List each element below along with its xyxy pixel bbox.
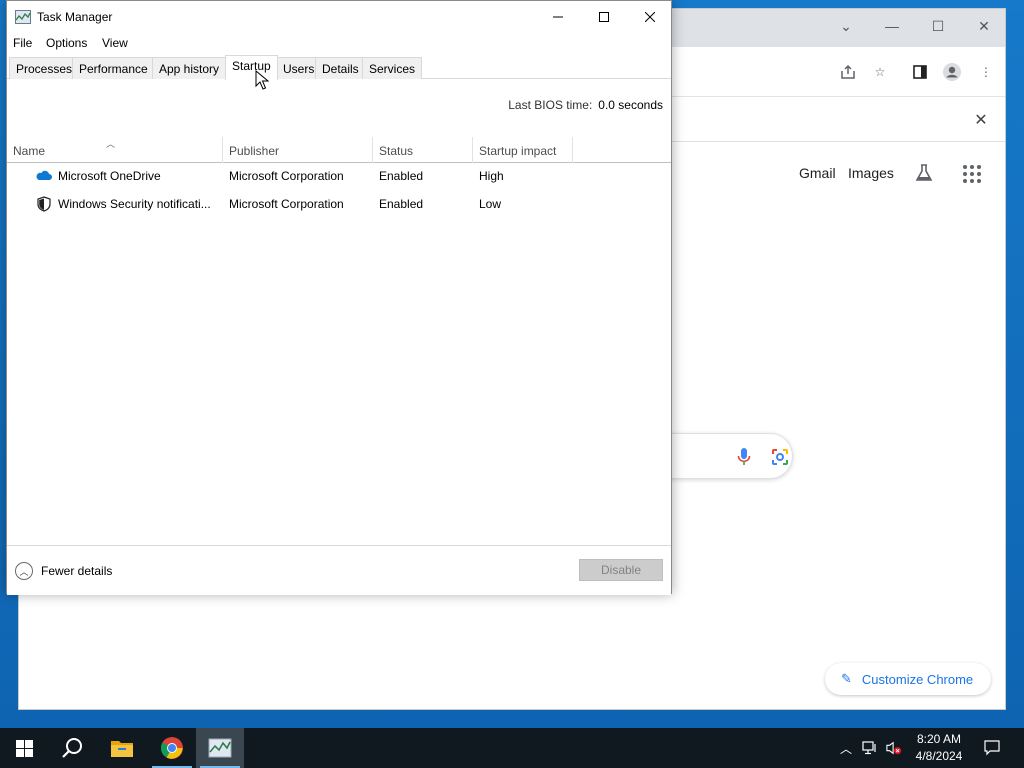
customize-chrome-button[interactable]: ✎ Customize Chrome	[825, 663, 991, 695]
chrome-icon	[161, 737, 183, 759]
bookmark-star-icon[interactable]: ☆	[869, 61, 891, 83]
infobar-close-icon[interactable]: ✕	[971, 110, 991, 130]
row-name: Windows Security notificati...	[58, 197, 211, 211]
bios-value: 0.0 seconds	[598, 98, 663, 112]
clock-date: 4/8/2024	[915, 749, 963, 763]
search-icon	[62, 738, 82, 758]
show-hidden-icons-chevron-icon[interactable]: ︿	[838, 740, 854, 756]
customize-chrome-label: Customize Chrome	[861, 671, 974, 687]
google-search-box[interactable]	[659, 433, 793, 479]
chrome-menu-icon[interactable]: ⋮	[975, 61, 997, 83]
clock-time: 8:20 AM	[916, 732, 962, 746]
bios-label: Last BIOS time:	[508, 98, 593, 112]
disable-button[interactable]: Disable	[579, 559, 663, 581]
images-link[interactable]: Images	[848, 165, 894, 181]
last-bios-time: Last BIOS time: 0.0 seconds	[508, 98, 663, 112]
chrome-taskbar-button[interactable]	[148, 728, 196, 768]
task-manager-icon	[208, 738, 232, 758]
minimize-button[interactable]	[535, 1, 581, 33]
menu-view[interactable]: View	[102, 36, 128, 50]
task-manager-titlebar[interactable]: Task Manager	[7, 1, 671, 33]
close-button[interactable]	[627, 1, 673, 33]
gmail-link[interactable]: Gmail	[799, 165, 836, 181]
task-manager-window: Task Manager File Options View Processes…	[6, 0, 672, 595]
row-publisher: Microsoft Corporation	[229, 197, 344, 211]
tab-strip: Processes Performance App history Startu…	[7, 55, 671, 80]
side-panel-icon[interactable]	[909, 61, 931, 83]
tab-details[interactable]: Details	[315, 57, 366, 79]
tab-app-history[interactable]: App history	[152, 57, 227, 79]
menu-bar: File Options View	[7, 33, 671, 53]
profile-avatar-icon[interactable]	[941, 61, 963, 83]
chrome-maximize-button[interactable]: ☐	[915, 9, 961, 43]
google-apps-icon[interactable]	[963, 165, 981, 183]
chrome-tab-search-icon[interactable]: ⌄	[823, 9, 869, 43]
maximize-button[interactable]	[581, 1, 627, 33]
row-publisher: Microsoft Corporation	[229, 169, 344, 183]
row-status: Enabled	[379, 169, 424, 183]
tab-performance[interactable]: Performance	[72, 57, 155, 79]
row-impact: High	[479, 169, 504, 183]
tab-processes[interactable]: Processes	[9, 57, 80, 79]
network-icon[interactable]	[862, 740, 878, 756]
shield-icon	[37, 196, 51, 212]
column-publisher[interactable]: Publisher	[223, 137, 373, 163]
share-icon[interactable]	[837, 61, 859, 83]
fewer-details-button[interactable]: ︿ Fewer details	[15, 562, 112, 580]
tab-services[interactable]: Services	[362, 57, 423, 79]
action-center-icon[interactable]	[984, 740, 1000, 756]
mouse-cursor-icon	[255, 70, 269, 90]
voice-search-icon[interactable]	[737, 447, 751, 470]
menu-options[interactable]: Options	[46, 36, 87, 50]
start-button[interactable]	[0, 728, 48, 768]
row-status: Enabled	[379, 197, 424, 211]
column-status[interactable]: Status	[373, 137, 473, 163]
volume-muted-icon[interactable]	[886, 740, 902, 756]
task-manager-taskbar-button[interactable]	[196, 728, 244, 768]
row-name: Microsoft OneDrive	[58, 169, 161, 183]
window-title: Task Manager	[37, 10, 113, 24]
system-clock[interactable]: 8:20 AM 4/8/2024	[906, 731, 972, 765]
row-impact: Low	[479, 197, 502, 211]
fewer-details-label: Fewer details	[41, 564, 113, 578]
google-lens-icon[interactable]	[771, 448, 789, 469]
start-icon	[15, 739, 33, 757]
search-button[interactable]	[48, 728, 96, 768]
taskbar: ︿ 8:20 AM 4/8/2024	[0, 728, 1024, 768]
tab-startup[interactable]: Startup	[225, 55, 278, 80]
column-name[interactable]: Name	[7, 137, 223, 163]
table-row[interactable]: Windows Security notificati... Microsoft…	[7, 191, 671, 217]
chrome-minimize-button[interactable]: —	[869, 9, 915, 43]
column-header-row: Name Publisher Status Startup impact	[7, 137, 671, 163]
onedrive-icon	[36, 170, 52, 180]
labs-flask-icon[interactable]	[915, 164, 933, 185]
column-startup-impact[interactable]: Startup impact	[473, 137, 573, 163]
table-row[interactable]: Microsoft OneDrive Microsoft Corporation…	[7, 163, 671, 189]
chrome-close-button[interactable]: ✕	[961, 9, 1007, 43]
file-explorer-button[interactable]	[98, 728, 146, 768]
menu-file[interactable]: File	[13, 36, 32, 50]
chevron-up-icon: ︿	[15, 562, 33, 580]
status-bar: ︿ Fewer details Disable	[7, 545, 671, 595]
file-explorer-icon	[111, 741, 133, 757]
task-manager-icon	[15, 10, 31, 24]
pencil-icon: ✎	[841, 671, 852, 686]
